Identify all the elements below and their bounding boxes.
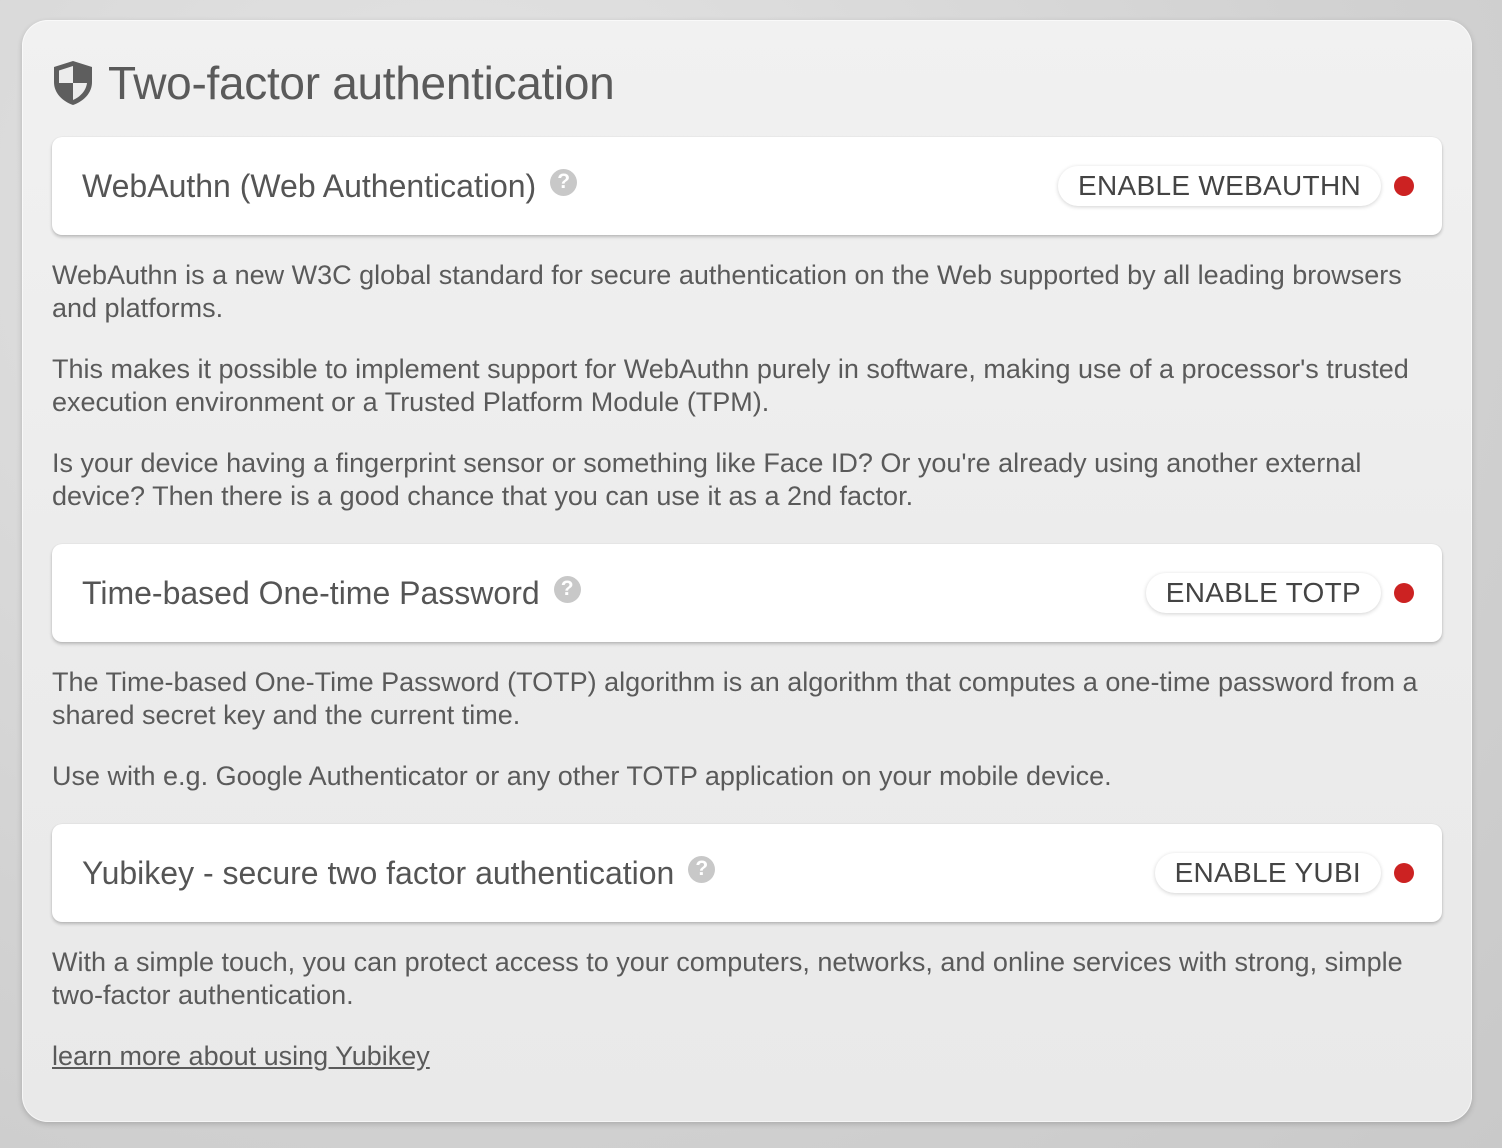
webauthn-status-indicator <box>1394 176 1414 196</box>
webauthn-title-label: WebAuthn (Web Authentication) <box>82 167 537 204</box>
totp-title-label: Time-based One-time Password <box>82 574 540 611</box>
two-factor-panel: Two-factor authentication WebAuthn (Web … <box>22 20 1472 1122</box>
help-icon[interactable]: ? <box>688 855 716 883</box>
totp-card: Time-based One-time Password ? ENABLE TO… <box>52 544 1442 642</box>
help-icon[interactable]: ? <box>553 575 581 603</box>
yubikey-title-label: Yubikey - secure two factor authenticati… <box>82 854 675 891</box>
webauthn-paragraph: Is your device having a fingerprint sens… <box>52 448 1362 511</box>
shield-icon <box>52 60 94 106</box>
yubikey-status-indicator <box>1394 863 1414 883</box>
enable-totp-button[interactable]: ENABLE TOTP <box>1145 573 1381 613</box>
panel-header: Two-factor authentication <box>52 57 1442 109</box>
yubikey-description: With a simple touch, you can protect acc… <box>52 946 1442 1073</box>
help-icon[interactable]: ? <box>550 168 578 196</box>
yubikey-paragraph: With a simple touch, you can protect acc… <box>52 947 1403 1010</box>
totp-description: The Time-based One-Time Password (TOTP) … <box>52 666 1442 793</box>
yubikey-card-title: Yubikey - secure two factor authenticati… <box>82 854 716 892</box>
totp-status-indicator <box>1394 583 1414 603</box>
webauthn-card: WebAuthn (Web Authentication) ? ENABLE W… <box>52 137 1442 235</box>
totp-paragraph: The Time-based One-Time Password (TOTP) … <box>52 667 1418 730</box>
webauthn-description: WebAuthn is a new W3C global standard fo… <box>52 259 1442 513</box>
webauthn-paragraph: WebAuthn is a new W3C global standard fo… <box>52 260 1402 323</box>
enable-webauthn-button[interactable]: ENABLE WEBAUTHN <box>1058 166 1381 206</box>
learn-more-yubikey-link[interactable]: learn more about using Yubikey <box>52 1041 430 1071</box>
totp-paragraph: Use with e.g. Google Authenticator or an… <box>52 761 1112 791</box>
enable-yubi-button[interactable]: ENABLE YUBI <box>1154 853 1381 893</box>
webauthn-card-title: WebAuthn (Web Authentication) ? <box>82 167 578 205</box>
page-title: Two-factor authentication <box>108 57 615 109</box>
yubikey-card: Yubikey - secure two factor authenticati… <box>52 824 1442 922</box>
webauthn-paragraph: This makes it possible to implement supp… <box>52 354 1409 417</box>
totp-card-title: Time-based One-time Password ? <box>82 575 581 612</box>
